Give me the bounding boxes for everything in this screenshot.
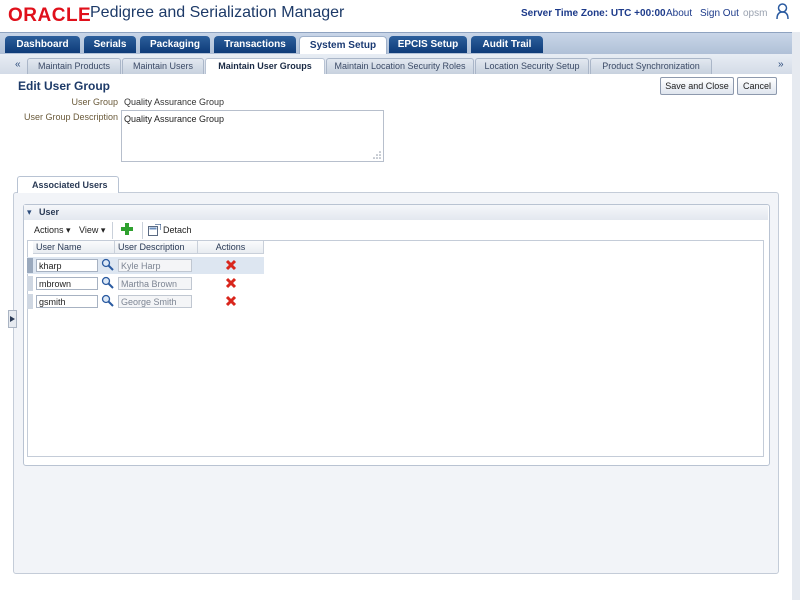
sign-out-link[interactable]: Sign Out [700,8,739,19]
tab-system-setup[interactable]: System Setup [299,36,387,55]
tab-packaging[interactable]: Packaging [140,36,210,53]
toolbar-divider [112,222,113,239]
tab-transactions[interactable]: Transactions [214,36,296,53]
search-icon[interactable] [101,258,114,271]
subtab-location-security-setup[interactable]: Location Security Setup [475,58,589,74]
user-name-input[interactable]: kharp [36,259,98,272]
user-group-description-label: User Group Description [23,112,118,122]
column-header-actions[interactable]: Actions [198,241,264,254]
detach-icon[interactable] [148,224,161,236]
save-and-close-button[interactable]: Save and Close [660,77,734,95]
user-description-field: Martha Brown [118,277,192,290]
scroll-left-icon[interactable]: « [15,59,21,70]
subtab-maintain-products[interactable]: Maintain Products [27,58,121,74]
column-header-user-name[interactable]: User Name [33,241,115,254]
view-label: View [79,225,99,235]
subtab-maintain-location-security-roles[interactable]: Maintain Location Security Roles [326,58,474,74]
right-edge [792,32,800,600]
delete-icon[interactable] [225,259,237,271]
toolbar-divider [142,222,143,239]
user-group-label: User Group [71,97,118,107]
collapse-chevron-icon[interactable]: ▾ [27,207,32,218]
resize-grip-icon[interactable] [373,151,381,159]
associated-users-tab-label: Associated Users [32,180,108,190]
server-time-zone: Server Time Zone: UTC +00:00 [521,8,666,19]
user-group-value: Quality Assurance Group [124,97,225,107]
chevron-down-icon: ▾ [66,225,71,235]
user-description-field: George Smith [118,295,192,308]
user-name-input[interactable]: mbrown [36,277,98,290]
user-box-title: User [39,207,60,217]
scroll-right-icon[interactable]: » [778,59,784,70]
user-name: opsm [743,8,768,19]
oracle-logo: ORACLE [8,5,92,26]
search-icon[interactable] [101,294,114,307]
row-selector[interactable] [27,276,33,291]
search-icon[interactable] [101,276,114,289]
actions-label: Actions [34,225,64,235]
expand-arrow-icon [10,316,15,322]
page-title: Edit User Group [18,79,111,93]
app-title: Pedigree and Serialization Manager [90,4,345,21]
user-group-description-text: Quality Assurance Group [124,114,225,124]
delete-icon[interactable] [225,277,237,289]
row-selector[interactable] [27,258,33,273]
tab-dashboard[interactable]: Dashboard [5,36,80,53]
actions-menu[interactable]: Actions ▾ [34,225,71,236]
user-box-header [24,205,768,220]
add-icon[interactable] [121,223,133,235]
delete-icon[interactable] [225,295,237,307]
row-selector[interactable] [27,294,33,309]
subtab-maintain-users[interactable]: Maintain Users [122,58,204,74]
user-icon[interactable] [775,3,790,20]
about-link[interactable]: About [666,8,692,19]
splitter-handle[interactable] [8,310,17,328]
column-header-user-description[interactable]: User Description [115,241,198,254]
cancel-button[interactable]: Cancel [737,77,777,95]
detach-button[interactable]: Detach [163,225,192,235]
tab-serials[interactable]: Serials [84,36,136,53]
user-name-input[interactable]: gsmith [36,295,98,308]
subtab-product-synchronization[interactable]: Product Synchronization [590,58,712,74]
user-description-field: Kyle Harp [118,259,192,272]
chevron-down-icon: ▾ [100,225,106,235]
tab-epcis-setup[interactable]: EPCIS Setup [389,36,467,53]
tab-audit-trail[interactable]: Audit Trail [471,36,543,53]
subtab-maintain-user-groups[interactable]: Maintain User Groups [205,58,325,74]
view-menu[interactable]: View ▾ [79,225,105,236]
